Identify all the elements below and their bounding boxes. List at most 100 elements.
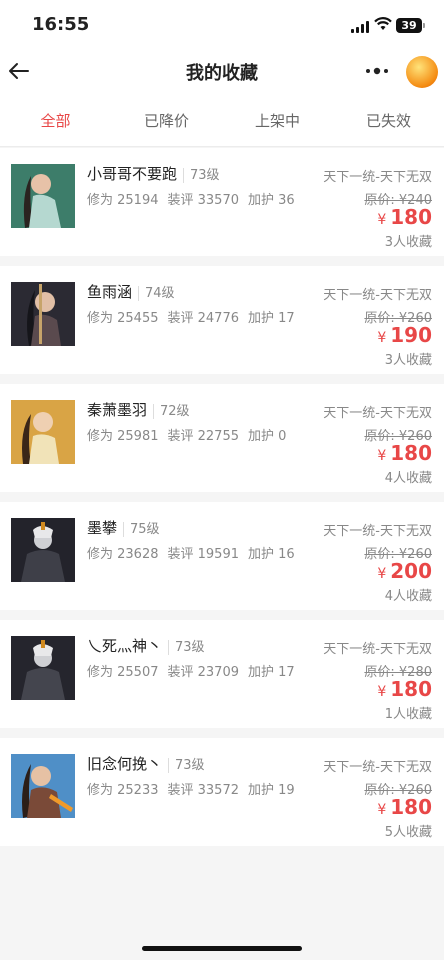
character-stats: 修为 25194 装评 33570 加护 36 <box>87 189 304 208</box>
cultivation-stat: 修为 25507 <box>87 665 159 680</box>
server-name: 天下一统-天下无双 <box>323 288 432 303</box>
equipment-stat: 装评 24776 <box>167 311 240 326</box>
character-avatar <box>11 282 75 346</box>
server-name: 天下一统-天下无双 <box>323 406 432 421</box>
cultivation-stat: 修为 25194 <box>87 193 159 208</box>
protection-stat: 加护 16 <box>248 547 295 562</box>
favorite-count: 4人收藏 <box>384 471 432 486</box>
list-item[interactable]: 小哥哥不要跑 73级 修为 25194 装评 33570 加护 36 天下一统-天下无… <box>0 148 444 256</box>
home-indicator[interactable] <box>142 946 302 951</box>
item-title: 小哥哥不要跑 73级 <box>87 163 220 184</box>
character-avatar <box>11 518 75 582</box>
nav-bar: 我的收藏 <box>0 52 444 92</box>
tab-expired[interactable]: 已失效 <box>333 110 444 131</box>
list-item[interactable]: 墨攀 75级 修为 23628 装评 19591 加护 16 天下一统-天下无双 原价… <box>0 502 444 610</box>
currency-symbol: ¥ <box>377 802 387 818</box>
character-level: 75级 <box>123 522 160 537</box>
character-avatar <box>11 164 75 228</box>
character-name: 秦萧墨羽 <box>87 401 148 419</box>
cultivation-stat: 修为 25455 <box>87 311 159 326</box>
current-price: ¥180 <box>377 677 432 701</box>
price-value: 180 <box>390 441 432 465</box>
price-value: 180 <box>390 205 432 229</box>
tab-price-dropped[interactable]: 已降价 <box>111 110 222 131</box>
currency-symbol: ¥ <box>377 212 387 228</box>
character-stats: 修为 25981 装评 22755 加护 0 <box>87 425 295 444</box>
protection-stat: 加护 17 <box>248 665 295 680</box>
protection-stat: 加护 0 <box>248 429 287 444</box>
favorite-count: 3人收藏 <box>384 235 432 250</box>
server-name: 天下一统-天下无双 <box>323 170 432 185</box>
signal-icon <box>351 21 369 33</box>
current-price: ¥190 <box>377 323 432 347</box>
cultivation-stat: 修为 25233 <box>87 783 159 798</box>
current-price: ¥200 <box>377 559 432 583</box>
equipment-stat: 装评 23709 <box>167 665 240 680</box>
status-time: 16:55 <box>32 14 90 35</box>
app-logo-icon[interactable] <box>406 56 438 88</box>
price-value: 190 <box>390 323 432 347</box>
character-stats: 修为 25233 装评 33572 加护 19 <box>87 779 304 798</box>
cultivation-stat: 修为 23628 <box>87 547 159 562</box>
filter-tabs: 全部 已降价 上架中 已失效 <box>0 92 444 147</box>
character-stats: 修为 23628 装评 19591 加护 16 <box>87 543 304 562</box>
list-item[interactable]: 旧念何挽丶 73级 修为 25233 装评 33572 加护 19 天下一统-天下无双… <box>0 738 444 846</box>
character-name: 小哥哥不要跑 <box>87 165 178 183</box>
price-value: 180 <box>390 795 432 819</box>
character-avatar <box>11 400 75 464</box>
favorite-count: 4人收藏 <box>384 589 432 604</box>
character-stats: 修为 25507 装评 23709 加护 17 <box>87 661 304 680</box>
character-stats: 修为 25455 装评 24776 加护 17 <box>87 307 304 326</box>
character-level: 73级 <box>168 640 205 655</box>
server-name: 天下一统-天下无双 <box>323 524 432 539</box>
equipment-stat: 装评 33570 <box>167 193 240 208</box>
current-price: ¥180 <box>377 205 432 229</box>
battery-icon: 39 <box>396 18 422 33</box>
currency-symbol: ¥ <box>377 448 387 464</box>
equipment-stat: 装评 22755 <box>167 429 240 444</box>
item-title: 墨攀 75级 <box>87 517 160 538</box>
character-name: 旧念何挽丶 <box>87 755 163 773</box>
equipment-stat: 装评 19591 <box>167 547 240 562</box>
character-level: 72级 <box>153 404 190 419</box>
tab-on-sale[interactable]: 上架中 <box>222 110 333 131</box>
status-bar: 16:55 39 <box>0 0 444 52</box>
battery-cap <box>423 23 425 28</box>
current-price: ¥180 <box>377 795 432 819</box>
price-value: 180 <box>390 677 432 701</box>
list-item[interactable]: 乀死灬神丶 73级 修为 25507 装评 23709 加护 17 天下一统-天下无双… <box>0 620 444 728</box>
current-price: ¥180 <box>377 441 432 465</box>
character-name: 乀死灬神丶 <box>87 637 163 655</box>
item-title: 秦萧墨羽 72级 <box>87 399 190 420</box>
character-level: 74级 <box>138 286 175 301</box>
wifi-icon <box>374 17 392 30</box>
tab-all[interactable]: 全部 <box>0 110 111 131</box>
favorites-list: 小哥哥不要跑 73级 修为 25194 装评 33570 加护 36 天下一统-天下无… <box>0 148 444 856</box>
protection-stat: 加护 36 <box>248 193 295 208</box>
protection-stat: 加护 19 <box>248 783 295 798</box>
character-avatar <box>11 636 75 700</box>
item-title: 乀死灬神丶 73级 <box>87 635 205 656</box>
favorite-count: 3人收藏 <box>384 353 432 368</box>
equipment-stat: 装评 33572 <box>167 783 240 798</box>
favorite-count: 5人收藏 <box>384 825 432 840</box>
character-level: 73级 <box>183 168 220 183</box>
list-item[interactable]: 秦萧墨羽 72级 修为 25981 装评 22755 加护 0 天下一统-天下无双 原… <box>0 384 444 492</box>
currency-symbol: ¥ <box>377 684 387 700</box>
more-options-icon[interactable] <box>364 66 390 76</box>
character-name: 墨攀 <box>87 519 118 537</box>
character-name: 鱼雨涵 <box>87 283 133 301</box>
character-level: 73级 <box>168 758 205 773</box>
protection-stat: 加护 17 <box>248 311 295 326</box>
currency-symbol: ¥ <box>377 566 387 582</box>
favorite-count: 1人收藏 <box>384 707 432 722</box>
cultivation-stat: 修为 25981 <box>87 429 159 444</box>
list-item[interactable]: 鱼雨涵 74级 修为 25455 装评 24776 加护 17 天下一统-天下无双 原… <box>0 266 444 374</box>
item-title: 鱼雨涵 74级 <box>87 281 175 302</box>
server-name: 天下一统-天下无双 <box>323 760 432 775</box>
currency-symbol: ¥ <box>377 330 387 346</box>
price-value: 200 <box>390 559 432 583</box>
character-avatar <box>11 754 75 818</box>
item-title: 旧念何挽丶 73级 <box>87 753 205 774</box>
server-name: 天下一统-天下无双 <box>323 642 432 657</box>
